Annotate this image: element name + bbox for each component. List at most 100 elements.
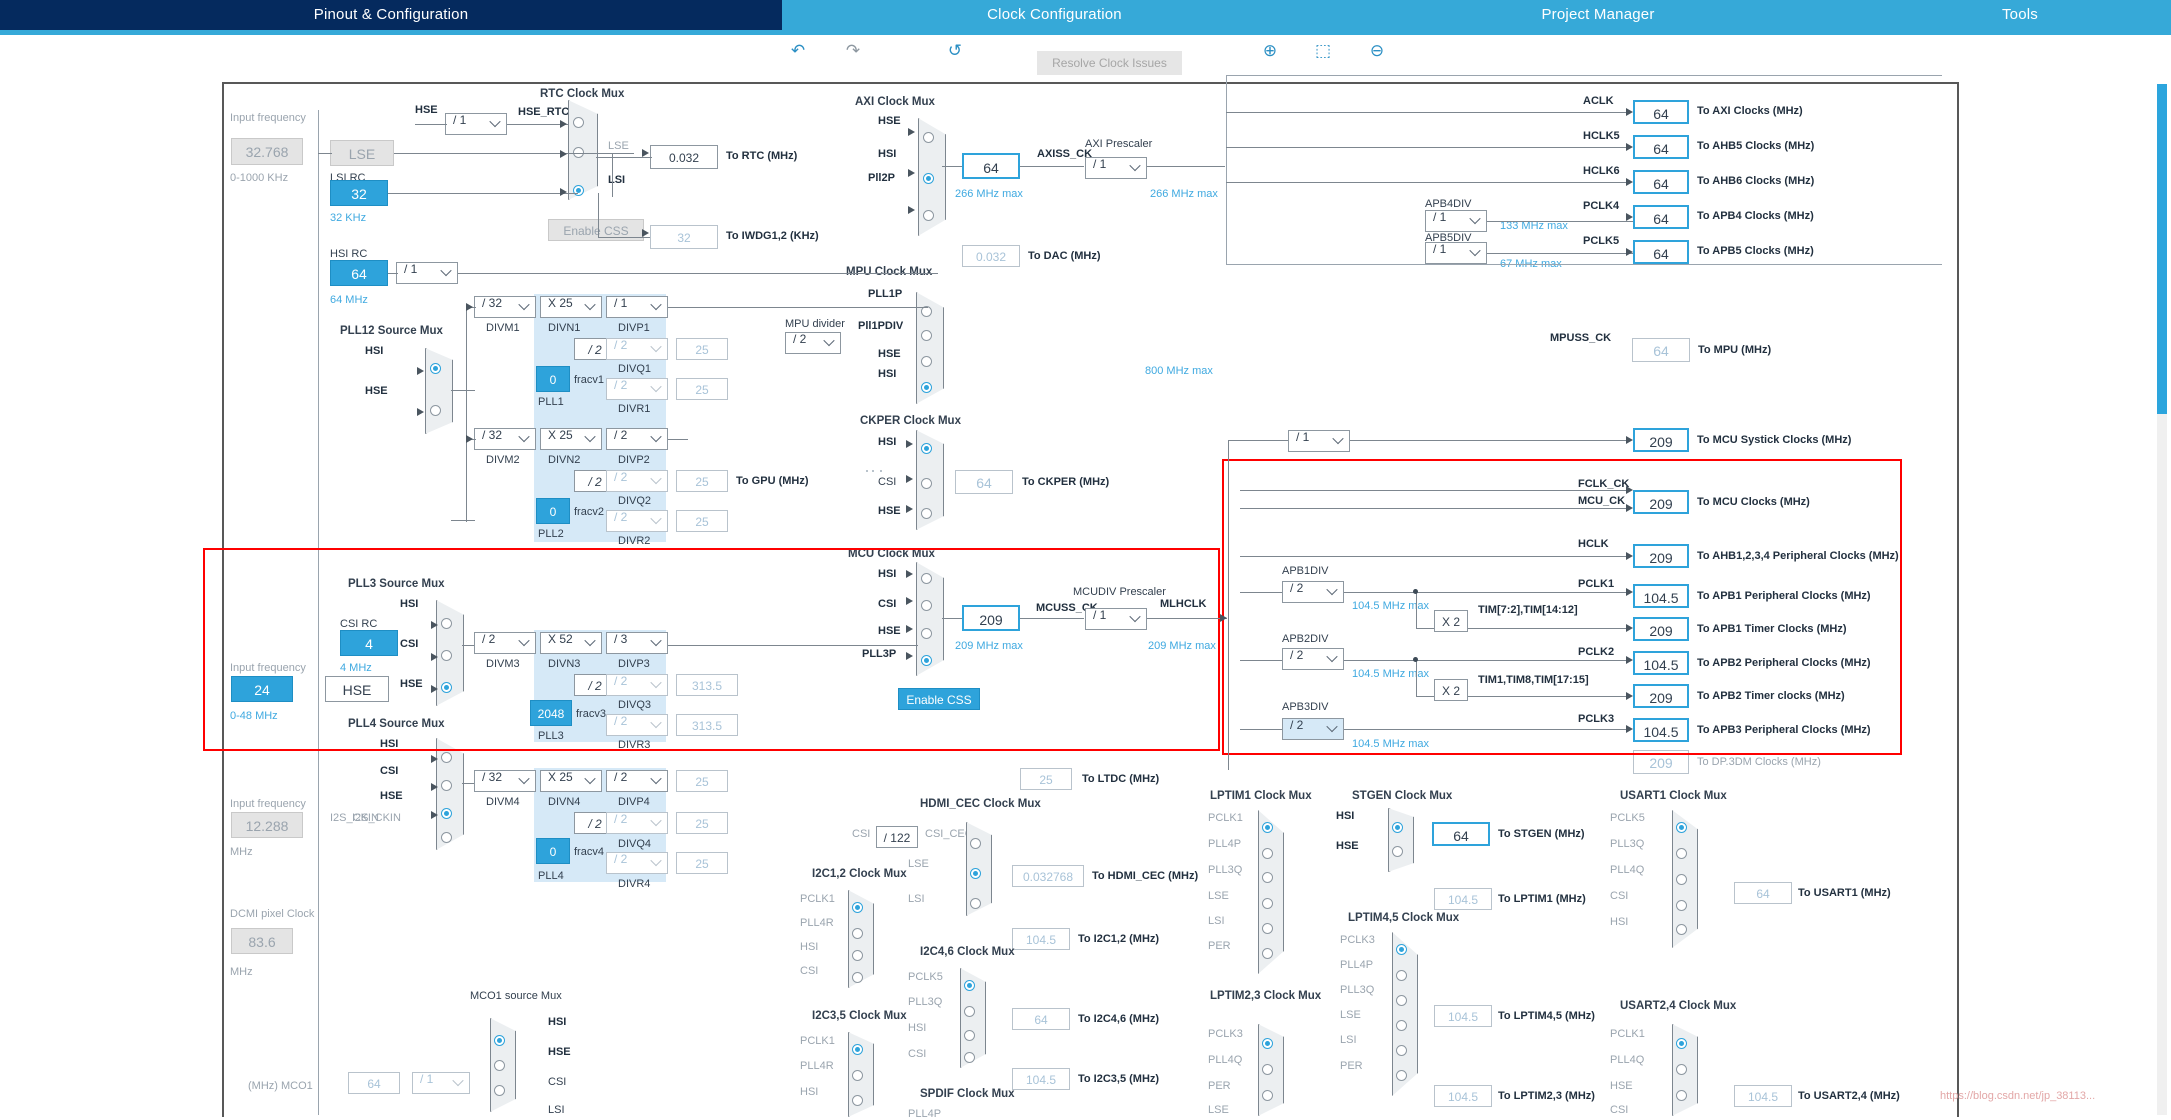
undo-icon[interactable]: ↶: [785, 37, 811, 65]
mcu-mux-radio-pll3p[interactable]: [921, 655, 932, 666]
hdmi-mux-radio-lse[interactable]: [970, 868, 981, 879]
pll4-divn4-select[interactable]: X 25: [540, 770, 602, 792]
pll3-mux-radio-hsi[interactable]: [441, 618, 452, 629]
pll2-fracv2-input[interactable]: 0: [536, 498, 570, 524]
fit-to-screen-icon[interactable]: ⬚: [1310, 37, 1336, 65]
usart24-mux-radio-pclk1[interactable]: [1676, 1038, 1687, 1049]
mco1-mux-radio-csi[interactable]: [494, 1085, 505, 1096]
resolve-clock-issues-button[interactable]: Resolve Clock Issues: [1037, 51, 1182, 75]
pll3-divm3-select[interactable]: / 2: [474, 632, 536, 654]
systick-divider-select[interactable]: / 1: [1288, 430, 1350, 452]
i2c35-mux-radio-pclk1[interactable]: [852, 1044, 863, 1055]
pll3-mux-radio-hse[interactable]: [441, 682, 452, 693]
pll1-divr1-select[interactable]: / 2: [606, 378, 668, 400]
apb3div-select[interactable]: / 2: [1282, 718, 1344, 740]
pll4-divr4-select[interactable]: / 2: [606, 852, 668, 874]
mpu-mux-radio-hsi[interactable]: [921, 382, 932, 393]
mpu-mux-radio-hse[interactable]: [921, 356, 932, 367]
tab-tools[interactable]: Tools: [1869, 0, 2171, 30]
hsi-frequency-input[interactable]: 64: [330, 260, 388, 286]
pll4-mux-radio-hse[interactable]: [441, 808, 452, 819]
mpu-mux-radio-2[interactable]: [921, 330, 932, 341]
i2s-frequency-input[interactable]: 12.288: [231, 812, 303, 838]
mco1-divider-select[interactable]: / 1: [412, 1072, 470, 1094]
stgen-clock-mux[interactable]: [1388, 808, 1414, 872]
hse-source-box[interactable]: HSE: [325, 676, 389, 702]
vertical-scrollbar-thumb[interactable]: [2157, 84, 2167, 414]
i2c12-mux-radio-csi[interactable]: [852, 972, 863, 983]
usart1-mux-radio-pclk5[interactable]: [1676, 822, 1687, 833]
pll3-fracv3-input[interactable]: 2048: [530, 700, 572, 726]
lptim23-mux-radio-pclk3[interactable]: [1262, 1038, 1273, 1049]
pll4-mux-radio-i2s[interactable]: [441, 832, 452, 843]
axi-mux-radio-hse[interactable]: [923, 132, 934, 143]
mcu-clocks-output-value[interactable]: 209: [1633, 490, 1689, 514]
hsi-divider-select[interactable]: / 1: [396, 262, 458, 284]
rtc-output-value[interactable]: 0.032: [650, 145, 718, 169]
i2c12-mux-radio-pclk1[interactable]: [852, 902, 863, 913]
pll1-divp1-select[interactable]: / 1: [606, 296, 668, 318]
mcu-mux-radio-csi[interactable]: [921, 600, 932, 611]
pll3-divr3-select[interactable]: / 2: [606, 714, 668, 736]
mco1-mux-radio-hsi[interactable]: [494, 1035, 505, 1046]
apb1div-select[interactable]: / 2: [1282, 581, 1344, 603]
zoom-in-icon[interactable]: ⊕: [1257, 37, 1283, 65]
tab-clock-configuration[interactable]: Clock Configuration: [782, 0, 1327, 30]
pll1-divq1-select[interactable]: / 2: [606, 338, 668, 360]
apb1-timer-output-value[interactable]: 209: [1633, 617, 1689, 641]
mpu-divider-select[interactable]: / 2: [785, 332, 841, 354]
mco1-value-box[interactable]: 64: [348, 1072, 400, 1094]
mcu-mux-radio-hsi[interactable]: [921, 573, 932, 584]
lptim45-mux-radio-lse[interactable]: [1396, 1020, 1407, 1031]
pll1-divn1-select[interactable]: X 25: [540, 296, 602, 318]
lptim45-mux-radio-pll4p[interactable]: [1396, 970, 1407, 981]
apb2div-select[interactable]: / 2: [1282, 648, 1344, 670]
i2c12-mux-radio-hsi[interactable]: [852, 950, 863, 961]
mcu-mux-radio-hse[interactable]: [921, 628, 932, 639]
lptim1-mux-radio-lsi[interactable]: [1262, 923, 1273, 934]
pll4-mux-radio-hsi[interactable]: [441, 752, 452, 763]
usart1-mux-radio-pll3q[interactable]: [1676, 848, 1687, 859]
pclk1-output-value[interactable]: 104.5: [1633, 584, 1689, 608]
mcu-clock-value[interactable]: 209: [962, 605, 1020, 631]
lptim23-mux-radio-per[interactable]: [1262, 1090, 1273, 1101]
systick-output-value[interactable]: 209: [1633, 428, 1689, 452]
ckper-mux-radio-csi[interactable]: [921, 478, 932, 489]
pll12-mux-radio-hse[interactable]: [430, 405, 441, 416]
zoom-out-icon[interactable]: ⊖: [1364, 37, 1390, 65]
stgen-mux-radio-hsi[interactable]: [1392, 822, 1403, 833]
pll4-divq4-select[interactable]: / 2: [606, 812, 668, 834]
reset-icon[interactable]: ↺: [942, 37, 968, 65]
axi-clock-value[interactable]: 64: [962, 153, 1020, 179]
pll3-mux-radio-csi[interactable]: [441, 650, 452, 661]
lptim1-mux-radio-pclk1[interactable]: [1262, 822, 1273, 833]
lptim45-mux-radio-per[interactable]: [1396, 1070, 1407, 1081]
pll2-divm2-select[interactable]: / 32: [474, 428, 536, 450]
stgen-mux-radio-hse[interactable]: [1392, 846, 1403, 857]
hclk-output-value[interactable]: 209: [1633, 544, 1689, 568]
axi-mux-radio-pll2p[interactable]: [923, 210, 934, 221]
lptim45-mux-radio-pll3q[interactable]: [1396, 995, 1407, 1006]
ckper-mux-radio-hse[interactable]: [921, 508, 932, 519]
pclk2-output-value[interactable]: 104.5: [1633, 651, 1689, 675]
pll4-fracv4-input[interactable]: 0: [536, 838, 570, 864]
hse-frequency-input[interactable]: 24: [231, 676, 293, 702]
axi-prescaler-select[interactable]: / 1: [1085, 157, 1147, 179]
usart1-mux-radio-csi[interactable]: [1676, 900, 1687, 911]
mcudiv-prescaler-select[interactable]: / 1: [1085, 608, 1147, 630]
pll2-divn2-select[interactable]: X 25: [540, 428, 602, 450]
axi-mux-radio-hsi[interactable]: [923, 173, 934, 184]
pll1-fracv1-input[interactable]: 0: [536, 366, 570, 392]
pll4-divm4-select[interactable]: / 32: [474, 770, 536, 792]
i2c46-mux-radio-hsi[interactable]: [964, 1030, 975, 1041]
stgen-output-value[interactable]: 64: [1432, 822, 1490, 846]
tab-pinout-configuration[interactable]: Pinout & Configuration: [0, 0, 782, 30]
apb2-timer-output-value[interactable]: 209: [1633, 684, 1689, 708]
rtc-mux-radio-lsi[interactable]: [573, 185, 584, 196]
i2c46-mux-radio-pll3q[interactable]: [964, 1006, 975, 1017]
mcu-enable-css-button[interactable]: Enable CSS: [898, 688, 980, 710]
pll12-source-mux[interactable]: [425, 348, 453, 434]
pll2-divr2-select[interactable]: / 2: [606, 510, 668, 532]
lse-source-box[interactable]: LSE: [330, 140, 394, 166]
i2c35-mux-radio-pll4r[interactable]: [852, 1070, 863, 1081]
